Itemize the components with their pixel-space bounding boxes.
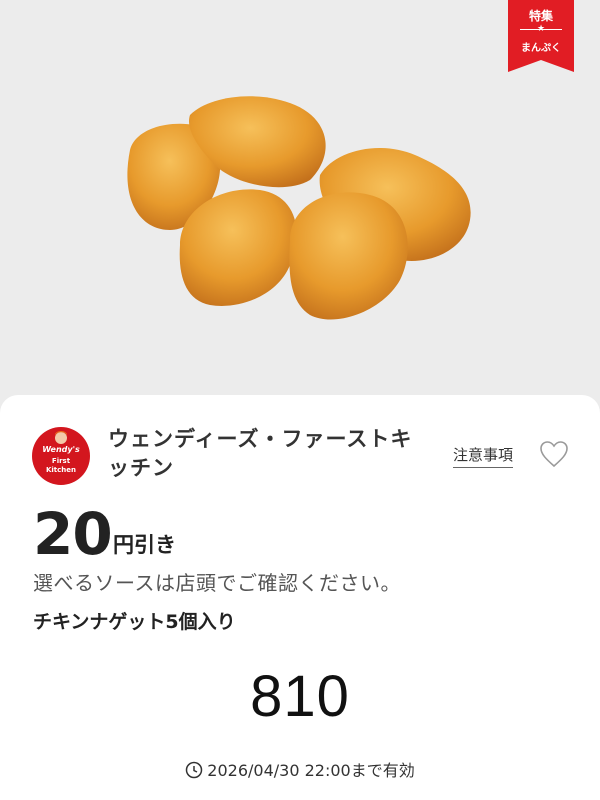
discount-amount: 20: [33, 500, 113, 568]
badge-star: ★: [536, 24, 546, 34]
heart-outline-icon[interactable]: [538, 439, 570, 469]
expiry-row: 2026/04/30 22:00まで有効: [0, 757, 600, 781]
item-name: チキンナゲット5個入り: [33, 611, 236, 633]
badge-label: まんぷく: [521, 43, 561, 54]
feature-badge[interactable]: 特集 ★ まんぷく: [508, 0, 574, 72]
sauce-note: 選べるソースは店頭でご確認ください。: [33, 571, 401, 595]
shop-name: ウェンディーズ・ファーストキッチン: [108, 427, 413, 480]
logo-line-1: First: [51, 457, 71, 465]
coupon-card: Wendy's First Kitchen ウェンディーズ・ファーストキッチン …: [0, 395, 600, 800]
logo-brand: Wendy's: [42, 445, 80, 454]
logo-line-2: Kitchen: [45, 466, 77, 474]
product-hero: 特集 ★ まんぷく: [0, 0, 600, 400]
brand-logo: Wendy's First Kitchen: [32, 427, 90, 485]
badge-title: 特集: [528, 9, 553, 23]
chicken-nuggets-image: [127, 96, 471, 320]
expiry-text: 2026/04/30 22:00まで有効: [207, 761, 415, 780]
clock-icon: [186, 761, 203, 779]
discount-unit: 円引き: [113, 533, 176, 557]
coupon-code: 810: [250, 664, 350, 729]
wendy-face-icon: [55, 431, 67, 444]
notice-link[interactable]: 注意事項: [453, 444, 514, 468]
